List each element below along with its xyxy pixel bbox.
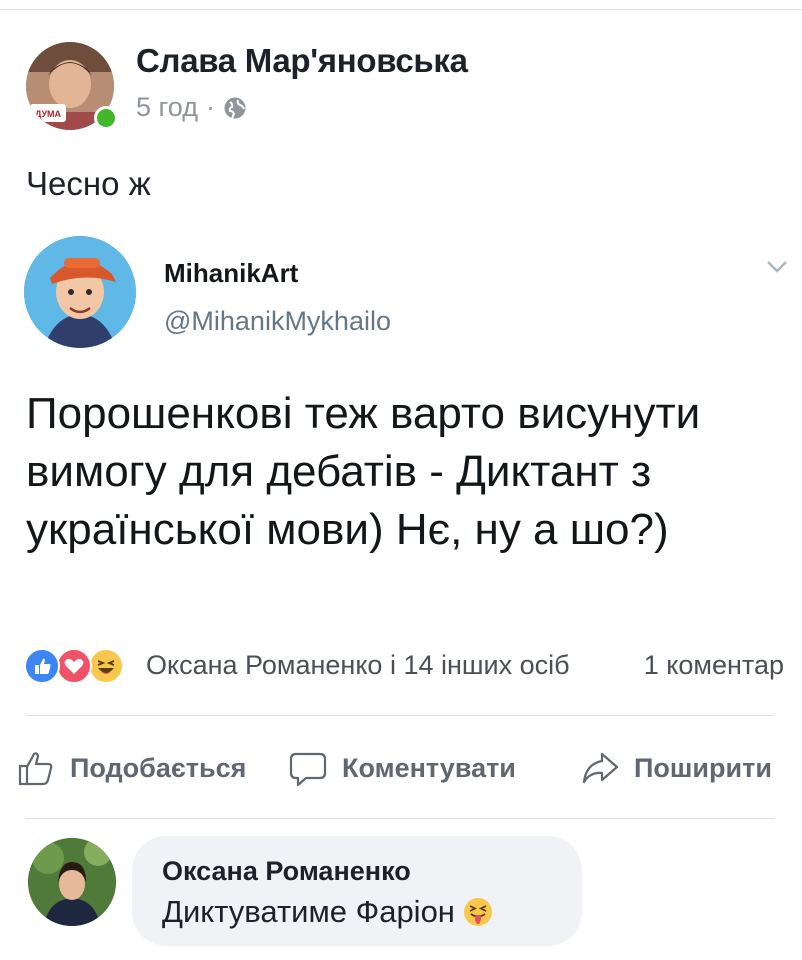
comments-count[interactable]: 1 коментар (644, 650, 784, 681)
comment-button-label: Коментувати (342, 752, 516, 783)
tweet-avatar[interactable] (24, 236, 136, 348)
tweet-author-name[interactable]: MihanikArt (164, 258, 298, 289)
thumbs-up-icon (18, 752, 53, 786)
post-meta: 5 год · (136, 92, 247, 123)
like-button[interactable]: Подобається (16, 738, 246, 798)
reaction-icons[interactable] (24, 648, 144, 684)
chevron-down-icon[interactable] (765, 258, 789, 276)
comment-text: Диктуватиме Фаріон (162, 894, 493, 930)
embedded-tweet[interactable]: MihanikArt @MihanikMykhailo Порошенкові … (0, 222, 802, 612)
post-time[interactable]: 5 год (136, 92, 198, 123)
divider (26, 715, 774, 716)
post-actions: Подобається Коментувати Поширити (0, 738, 802, 798)
post-text: Чесно ж (26, 165, 151, 202)
tweet-handle[interactable]: @MihanikMykhailo (164, 306, 391, 337)
comment-author-name[interactable]: Оксана Романенко (162, 856, 411, 887)
comment-button[interactable]: Коментувати (288, 738, 516, 798)
like-button-label: Подобається (70, 752, 247, 783)
top-divider (0, 9, 802, 10)
tongue-emoji-icon (463, 898, 492, 926)
avatar-badge-text: ДУМА (35, 109, 62, 119)
comment-text-content: Диктуватиме Фаріон (162, 894, 455, 929)
share-button[interactable]: Поширити (580, 738, 772, 798)
like-reaction-icon (24, 648, 60, 684)
haha-reaction-icon (88, 648, 124, 684)
comment-bubble[interactable]: Оксана Романенко Диктуватиме Фаріон (132, 836, 582, 946)
reactions-names[interactable]: Оксана Романенко і 14 інших осіб (146, 650, 570, 681)
post-author-name[interactable]: Слава Мар'яновська (136, 42, 468, 80)
share-button-label: Поширити (634, 752, 772, 783)
tweet-body: Порошенкові теж варто висунути вимогу дл… (26, 389, 701, 554)
meta-separator: · (205, 92, 215, 122)
globe-icon[interactable] (223, 96, 247, 120)
divider (26, 818, 774, 819)
online-status-dot (94, 106, 118, 130)
speech-bubble-icon (289, 752, 327, 787)
reactions-bar[interactable]: Оксана Романенко і 14 інших осіб 1 комен… (24, 646, 794, 686)
love-reaction-icon (56, 648, 92, 684)
share-arrow-icon (582, 752, 619, 784)
comment-author-avatar[interactable] (28, 838, 116, 926)
post-header: ДУМА Слава Мар'яновська 5 год · (26, 40, 766, 132)
